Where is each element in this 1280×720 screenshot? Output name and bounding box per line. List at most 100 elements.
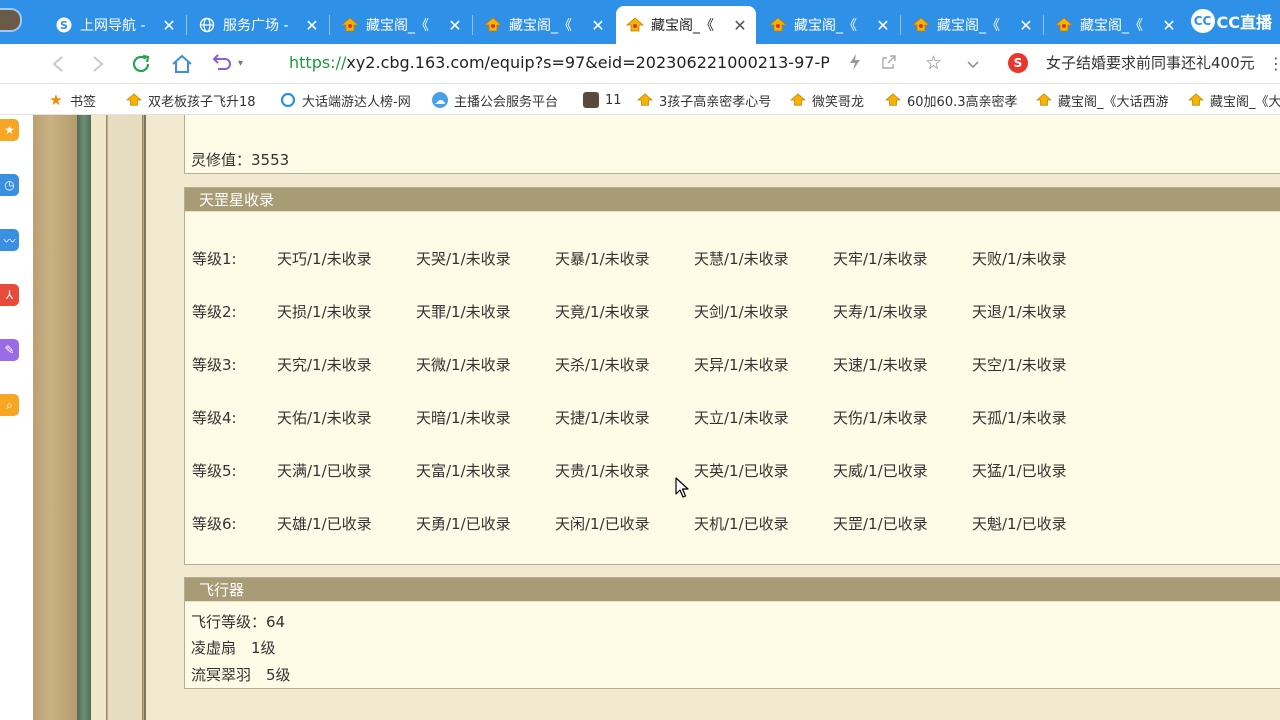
level-row: 等级3: 天究/1/未收录 天微/1/未收录 天杀/1/未收录 天异/1/未收录…	[185, 354, 1280, 374]
close-icon[interactable]: ✕	[590, 16, 606, 35]
star-entry: 天魁/1/已收录	[972, 515, 1067, 533]
undo-icon[interactable]	[209, 52, 233, 76]
address-field[interactable]: https://xy2.cbg.163.com/equip?s=97&eid=2…	[289, 53, 829, 72]
bookmark-item[interactable]: 藏宝阁_《大话西游	[1036, 90, 1174, 110]
search-icon[interactable]: ⌕	[0, 394, 19, 416]
tab-strip: S 上网导航 - ✕ 服务广场 - ✕ 藏宝阁_《 ✕ 藏宝阁_《 ✕ 藏宝阁_…	[0, 0, 1280, 44]
close-icon[interactable]: ✕	[447, 16, 463, 35]
tab-4[interactable]: 藏宝阁_《 ✕	[474, 6, 614, 44]
cbg-icon	[1055, 16, 1073, 34]
star-entry: 天竟/1/未收录	[555, 303, 650, 321]
refresh-icon[interactable]	[129, 52, 153, 76]
home-icon[interactable]	[170, 52, 194, 76]
bookmark-item[interactable]: ☁ 主播公会服务平台	[432, 90, 572, 110]
lightning-icon[interactable]	[849, 54, 861, 74]
chevron-down-icon[interactable]	[967, 54, 979, 73]
tab-divider	[472, 15, 473, 35]
page-content: 灵修值：3553 天罡星收录 等级1: 天巧/1/未收录 天哭/1/未收录 天暴…	[33, 115, 1280, 720]
cbg-icon	[769, 16, 787, 34]
star-entry: 天闲/1/已收录	[555, 515, 650, 533]
tab-label: 藏宝阁_《	[651, 18, 714, 34]
star-entry: 天异/1/未收录	[694, 356, 789, 374]
pdf-icon[interactable]: ⅄	[0, 284, 19, 306]
bookmark-label: 藏宝阁_《大	[1210, 94, 1280, 110]
tab-2[interactable]: 服务广场 - ✕	[188, 6, 328, 44]
navigation-bar: ▾ https://xy2.cbg.163.com/equip?s=97&eid…	[0, 44, 1280, 84]
star-entry: 天罡/1/已收录	[833, 515, 928, 533]
bookmark-label: 3孩子高亲密孝心号	[659, 94, 772, 110]
level-label: 等级1:	[192, 250, 237, 268]
refresh-style-icon	[280, 92, 296, 108]
star-entry: 天孤/1/未收录	[972, 409, 1067, 427]
tab-label: 藏宝阁_《	[1080, 18, 1143, 34]
more-menu-icon[interactable]: ⋮	[1268, 54, 1280, 73]
fly-item: 流冥翠羽 5级	[191, 666, 291, 684]
star-entry: 天满/1/已收录	[277, 462, 372, 480]
detail-container: 灵修值：3553 天罡星收录 等级1: 天巧/1/未收录 天哭/1/未收录 天暴…	[144, 115, 1280, 720]
bookmark-item[interactable]: 60加60.3高亲密孝	[885, 90, 1021, 110]
star-entry: 天究/1/未收录	[277, 356, 372, 374]
tab-5-active[interactable]: 藏宝阁_《 ✕	[616, 6, 756, 44]
star-entry: 天勇/1/已收录	[416, 515, 511, 533]
fly-item: 凌虚扇 1级	[191, 639, 276, 657]
star-entry: 天暴/1/未收录	[555, 250, 650, 268]
bookmark-item[interactable]: 双老板孩子飞升18	[126, 90, 264, 110]
close-icon[interactable]: ✕	[1018, 16, 1034, 35]
close-icon[interactable]: ✕	[304, 16, 320, 35]
bookmark-item[interactable]: 3孩子高亲密孝心号	[637, 90, 775, 110]
bookmark-item[interactable]: 藏宝阁_《大	[1188, 90, 1280, 110]
tab-label: 藏宝阁_《	[366, 18, 429, 34]
fly-level: 飞行等级：64	[191, 613, 286, 631]
back-arrow-icon[interactable]	[46, 52, 70, 76]
close-icon[interactable]: ✕	[161, 16, 177, 35]
share-icon[interactable]	[882, 54, 896, 73]
star-entry: 天伤/1/未收录	[833, 409, 928, 427]
tab-label: 藏宝阁_《	[509, 18, 572, 34]
cbg-icon	[1188, 92, 1204, 108]
close-icon[interactable]: ✕	[732, 16, 748, 35]
bookmark-item[interactable]: 11	[583, 90, 623, 110]
level-row: 等级2: 天损/1/未收录 天罪/1/未收录 天竟/1/未收录 天剑/1/未收录…	[185, 301, 1280, 321]
star-icon: ★	[49, 91, 63, 109]
flying-vehicle-panel: 飞行器 飞行等级：64 凌虚扇 1级 流冥翠羽 5级	[184, 577, 1280, 689]
tab-6[interactable]: 藏宝阁_《 ✕	[759, 6, 899, 44]
edit-pen-icon[interactable]: ✎	[0, 339, 19, 361]
bookmark-label: 主播公会服务平台	[454, 94, 559, 110]
bookmark-folder[interactable]: ★ 书签	[48, 90, 108, 110]
decorative-border	[91, 115, 107, 720]
favorites-star-icon[interactable]: ★	[0, 119, 19, 141]
tab-3[interactable]: 藏宝阁_《 ✕	[331, 6, 471, 44]
bookmark-label: 11	[605, 92, 622, 108]
tab-label: 服务广场 -	[223, 18, 289, 34]
level-label: 等级6:	[192, 515, 237, 533]
star-entry: 天巧/1/未收录	[277, 250, 372, 268]
close-icon[interactable]: ✕	[875, 16, 891, 35]
tab-1[interactable]: S 上网导航 - ✕	[45, 6, 185, 44]
forward-arrow-icon[interactable]	[86, 52, 110, 76]
section-title: 天罡星收录	[185, 188, 1280, 212]
level-label: 等级3:	[192, 356, 237, 374]
bookmark-item[interactable]: 大话端游达人榜-网	[280, 90, 416, 110]
star-entry: 天杀/1/未收录	[555, 356, 650, 374]
section-title: 飞行器	[185, 578, 1280, 602]
star-entry: 天猛/1/已收录	[972, 462, 1067, 480]
bookmark-item[interactable]: 微笑哥龙	[790, 90, 872, 110]
star-entry: 天捷/1/未收录	[555, 409, 650, 427]
tab-label: 藏宝阁_《	[794, 18, 857, 34]
bookmark-label: 微笑哥龙	[812, 94, 865, 110]
user-avatar[interactable]	[0, 8, 22, 32]
star-collection-panel: 天罡星收录 等级1: 天巧/1/未收录 天哭/1/未收录 天暴/1/未收录 天慧…	[184, 187, 1280, 565]
close-icon[interactable]: ✕	[1161, 16, 1177, 35]
cc-live-logo[interactable]: CC CC直播	[1190, 9, 1272, 33]
star-icon[interactable]: ☆	[925, 52, 942, 74]
level-row: 等级5: 天满/1/已收录 天富/1/未收录 天贵/1/未收录 天英/1/已收录…	[185, 460, 1280, 480]
decorative-border	[108, 115, 143, 720]
star-entry: 天雄/1/已收录	[277, 515, 372, 533]
news-ticker[interactable]: S 女子结婚要求前同事还礼400元	[1008, 52, 1255, 73]
star-entry: 天罪/1/未收录	[416, 303, 511, 321]
history-clock-icon[interactable]: ◷	[0, 174, 19, 196]
tab-8[interactable]: 藏宝阁_《 ✕	[1045, 6, 1185, 44]
chevron-down-icon[interactable]: ▾	[238, 58, 243, 69]
wave-icon[interactable]: 〰	[0, 229, 19, 251]
tab-7[interactable]: 藏宝阁_《 ✕	[902, 6, 1042, 44]
